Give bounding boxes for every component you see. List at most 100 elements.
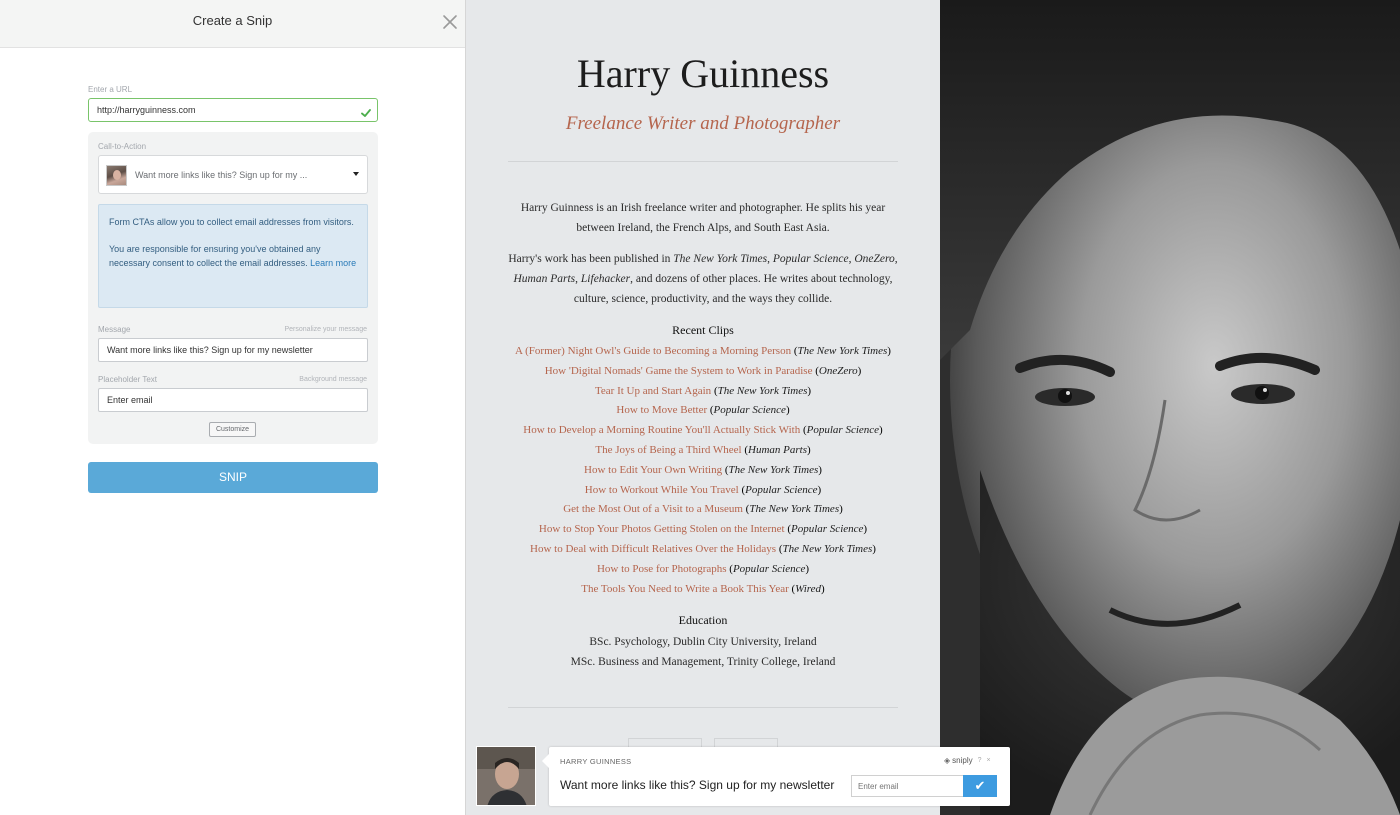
learn-more-link[interactable]: Learn more bbox=[310, 258, 356, 268]
clip-publication: Popular Science bbox=[791, 523, 864, 536]
list-item: How to Develop a Morning Routine You'll … bbox=[523, 424, 883, 437]
customize-button[interactable]: Customize bbox=[209, 422, 256, 437]
publication: OneZero bbox=[854, 253, 895, 265]
list-item: How to Stop Your Photos Getting Stolen o… bbox=[538, 523, 868, 536]
list-item: How to Deal with Difficult Relatives Ove… bbox=[530, 542, 876, 555]
list-item: The Tools You Need to Write a Book This … bbox=[581, 582, 825, 595]
url-label: Enter a URL bbox=[88, 85, 133, 94]
clip-publication: Popular Science bbox=[732, 562, 806, 575]
clip-publication: Popular Science bbox=[806, 424, 880, 437]
list-item: MSc. Business and Management, Trinity Co… bbox=[570, 656, 836, 668]
clip-publication: The New York Times bbox=[749, 503, 840, 516]
message-hint: Personalize your message bbox=[284, 326, 368, 333]
clip-publication: Human Parts bbox=[748, 443, 807, 456]
education-list: BSc. Psychology, Dublin City University,… bbox=[466, 632, 940, 672]
message-label: Message bbox=[98, 325, 131, 334]
clip-publication: The New York Times bbox=[717, 384, 808, 397]
website-preview: Harry Guinness Freelance Writer and Phot… bbox=[466, 0, 940, 815]
clip-publication: The New York Times bbox=[797, 345, 888, 357]
list-item: The Joys of Being a Third Wheel (Human P… bbox=[595, 443, 811, 456]
clips-list: A (Former) Night Owl's Guide to Becoming… bbox=[466, 342, 940, 599]
site-title: Harry Guinness bbox=[576, 51, 830, 96]
clips-heading: Recent Clips bbox=[672, 323, 734, 337]
clip-link[interactable]: How to Move Better bbox=[616, 404, 707, 416]
list-item: How 'Digital Nomads' Game the System to … bbox=[544, 364, 862, 377]
clip-link[interactable]: Tear It Up and Start Again bbox=[595, 385, 711, 397]
clip-link[interactable]: How to Pose for Photographs bbox=[597, 563, 727, 575]
bio-paragraph-1: Harry Guinness is an Irish freelance wri… bbox=[520, 202, 886, 234]
close-icon[interactable] bbox=[440, 12, 460, 32]
caret-down-icon bbox=[353, 172, 359, 176]
publication: Popular Science bbox=[772, 253, 849, 265]
message-field[interactable] bbox=[98, 338, 368, 362]
snip-button[interactable]: SNIP bbox=[88, 462, 378, 493]
url-input[interactable] bbox=[89, 99, 339, 121]
clip-link[interactable]: How 'Digital Nomads' Game the System to … bbox=[545, 365, 813, 377]
list-item: A (Former) Night Owl's Guide to Becoming… bbox=[515, 345, 891, 357]
clip-link[interactable]: How to Edit Your Own Writing bbox=[584, 464, 722, 476]
clip-publication: The New York Times bbox=[728, 463, 819, 476]
info-text-2-body: You are responsible for ensuring you've … bbox=[109, 244, 321, 268]
widget-author-name: HARRY GUINNESS bbox=[560, 757, 632, 766]
sniply-brand-text: sniply bbox=[952, 756, 973, 765]
clip-publication: Popular Science bbox=[745, 483, 818, 496]
publication: The New York Times bbox=[673, 253, 768, 265]
separator: , bbox=[894, 253, 898, 265]
widget-message: Want more links like this? Sign up for m… bbox=[560, 778, 835, 792]
clip-link[interactable]: How to Stop Your Photos Getting Stolen o… bbox=[539, 523, 785, 535]
cta-avatar bbox=[106, 165, 127, 186]
list-item: Get the Most Out of a Visit to a Museum … bbox=[563, 503, 843, 516]
cta-label: Call-to-Action bbox=[98, 142, 147, 151]
widget-submit-button[interactable]: ✔ bbox=[963, 775, 997, 797]
url-field[interactable] bbox=[88, 98, 378, 122]
site-tagline: Freelance Writer and Photographer bbox=[565, 113, 841, 134]
list-item: How to Edit Your Own Writing (The New Yo… bbox=[584, 463, 822, 476]
list-item: How to Pose for Photographs (Popular Sci… bbox=[596, 562, 810, 575]
widget-avatar bbox=[476, 746, 536, 806]
close-icon[interactable]: × bbox=[987, 757, 991, 764]
divider bbox=[508, 707, 898, 708]
widget-email-field[interactable] bbox=[851, 775, 963, 797]
bio-text: Harry's work has been published in bbox=[508, 253, 674, 265]
clip-link[interactable]: A (Former) Night Owl's Guide to Becoming… bbox=[515, 345, 791, 357]
create-snip-panel: Create a Snip Enter a URL Call-to-Action… bbox=[0, 0, 466, 815]
list-item: BSc. Psychology, Dublin City University,… bbox=[589, 636, 817, 648]
placeholder-hint: Background message bbox=[299, 376, 367, 383]
clip-link[interactable]: How to Deal with Difficult Relatives Ove… bbox=[530, 543, 776, 555]
panel-header: Create a Snip bbox=[0, 0, 465, 48]
info-text-2: You are responsible for ensuring you've … bbox=[109, 242, 357, 270]
info-text-1: Form CTAs allow you to collect email add… bbox=[109, 217, 354, 227]
placeholder-label: Placeholder Text bbox=[98, 375, 157, 384]
widget-email-input[interactable] bbox=[852, 776, 963, 797]
divider bbox=[508, 161, 898, 162]
placeholder-field[interactable] bbox=[98, 388, 368, 412]
clip-publication: OneZero bbox=[818, 364, 858, 377]
placeholder-input[interactable] bbox=[99, 389, 367, 411]
list-item: How to Move Better (Popular Science) bbox=[616, 404, 790, 417]
form-cta-info-box: Form CTAs allow you to collect email add… bbox=[98, 204, 368, 308]
clip-link[interactable]: The Tools You Need to Write a Book This … bbox=[581, 583, 788, 595]
cta-selected-text: Want more links like this? Sign up for m… bbox=[135, 170, 308, 180]
bio-paragraph-2: Harry's work has been published in The N… bbox=[508, 249, 898, 309]
clip-publication: Wired bbox=[795, 582, 822, 595]
list-item: Tear It Up and Start Again (The New York… bbox=[594, 384, 812, 397]
portrait-photo bbox=[940, 0, 1400, 815]
valid-check-icon bbox=[361, 105, 371, 123]
education-heading: Education bbox=[678, 613, 728, 627]
clip-link[interactable]: How to Develop a Morning Routine You'll … bbox=[523, 424, 800, 436]
clip-link[interactable]: How to Workout While You Travel bbox=[585, 484, 739, 496]
cta-dropdown[interactable]: Want more links like this? Sign up for m… bbox=[98, 155, 368, 194]
message-input[interactable] bbox=[99, 339, 367, 361]
clip-link[interactable]: Get the Most Out of a Visit to a Museum bbox=[563, 503, 743, 515]
help-icon[interactable]: ? bbox=[978, 757, 982, 764]
list-item: How to Workout While You Travel (Popular… bbox=[584, 483, 822, 496]
publication: Lifehacker bbox=[580, 273, 631, 285]
clip-link[interactable]: The Joys of Being a Third Wheel bbox=[595, 444, 741, 456]
site-bio: Harry Guinness is an Irish freelance wri… bbox=[508, 198, 898, 309]
sniply-branding[interactable]: ◈ sniply ? × bbox=[944, 756, 991, 765]
sniply-logo-icon: ◈ bbox=[944, 756, 951, 765]
panel-title: Create a Snip bbox=[192, 13, 273, 28]
clip-publication: The New York Times bbox=[782, 542, 873, 555]
sniply-cta-card: HARRY GUINNESS ◈ sniply ? × Want more li… bbox=[542, 747, 1010, 806]
clip-publication: Popular Science bbox=[713, 404, 786, 417]
